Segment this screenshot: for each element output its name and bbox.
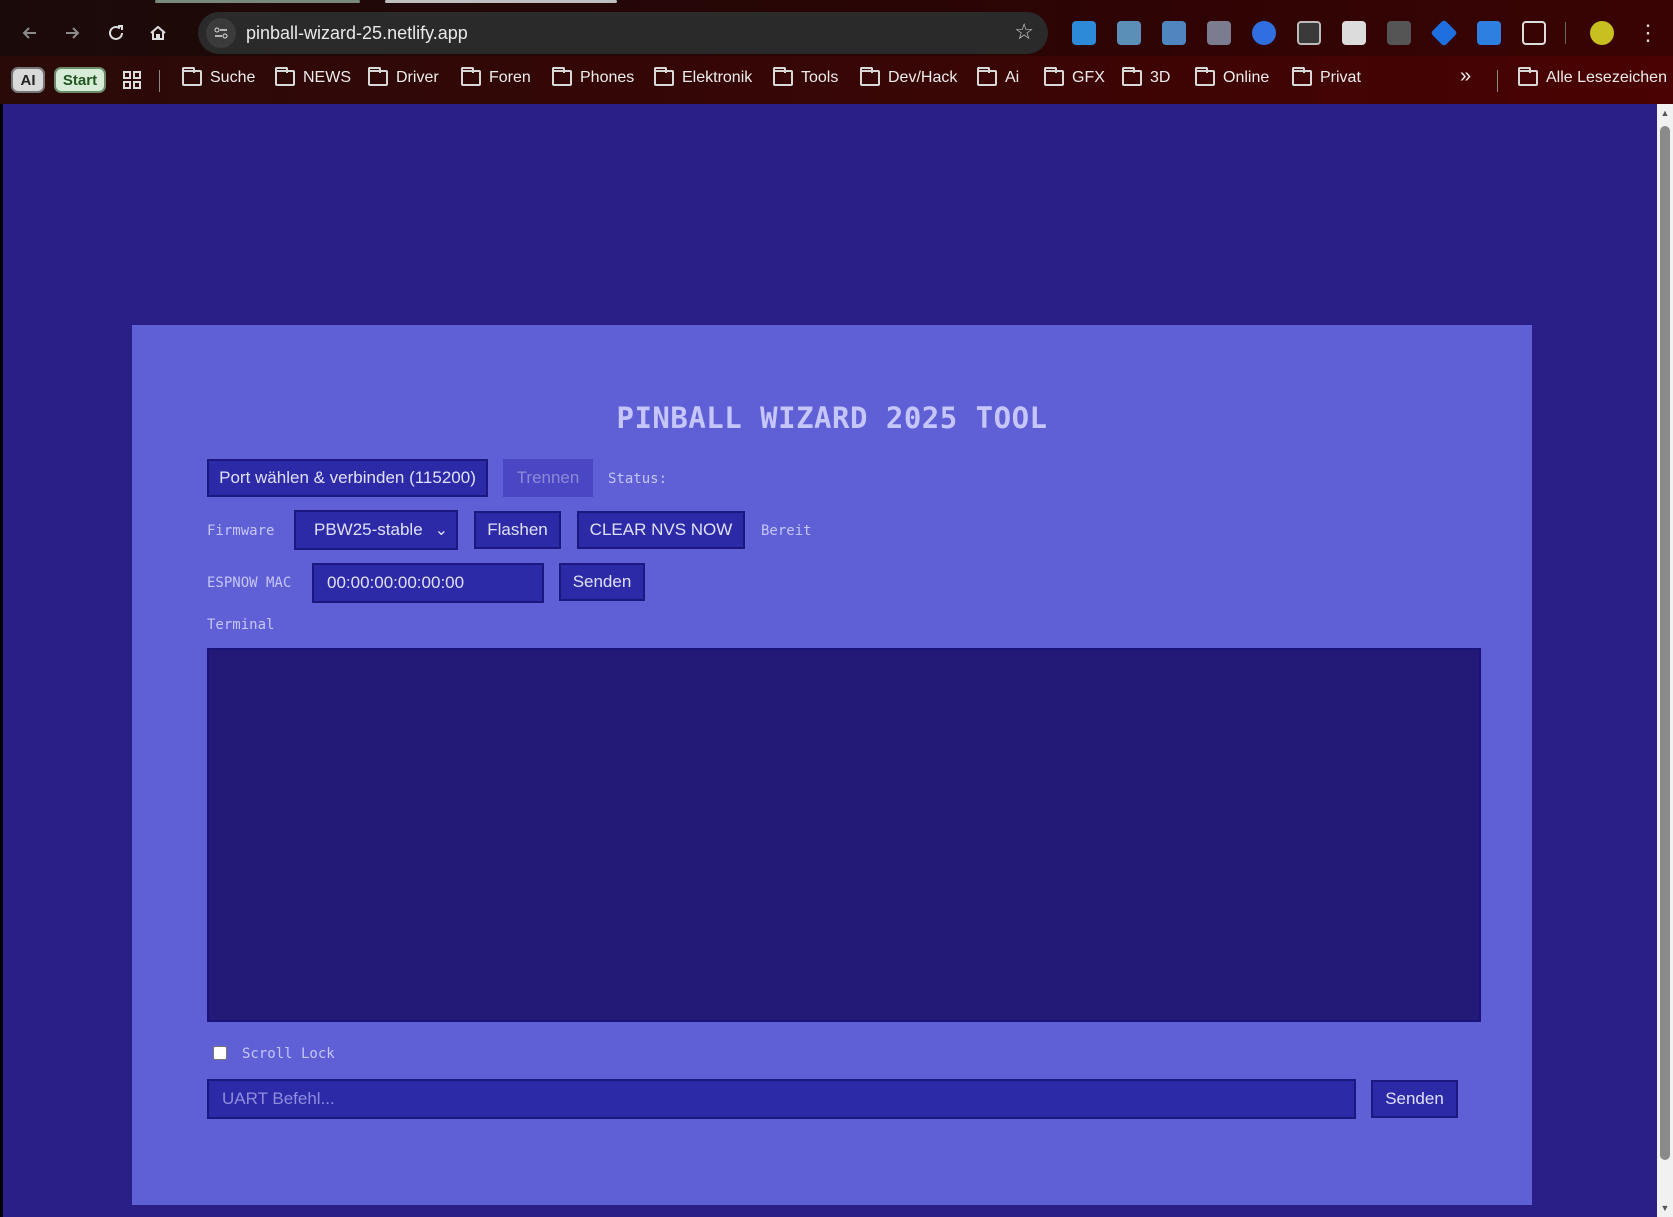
apps-grid-icon[interactable] xyxy=(118,66,146,94)
scroll-lock-label: Scroll Lock xyxy=(242,1046,335,1062)
espnow-mac-input[interactable]: 00:00:00:00:00:00 xyxy=(312,563,544,603)
screenshot-extension-icon[interactable] xyxy=(1117,21,1141,45)
bookmark-folder-elektronik[interactable]: Elektronik xyxy=(654,67,752,87)
folder-icon xyxy=(1518,67,1538,86)
bookmarks-bar: AI Start Suche NEWS Driver Foren Phones … xyxy=(0,56,1673,104)
folder-icon xyxy=(552,67,572,86)
camera-extension-icon[interactable] xyxy=(1162,21,1186,45)
gem-extension-icon[interactable] xyxy=(1252,21,1276,45)
bookmark-folder-suche[interactable]: Suche xyxy=(182,67,255,87)
clear-nvs-button[interactable]: CLEAR NVS NOW xyxy=(577,511,745,549)
folder-icon xyxy=(182,67,202,86)
bookmark-separator xyxy=(1497,70,1498,92)
page-title: PINBALL WIZARD 2025 TOOL xyxy=(616,401,1048,435)
bookmark-start-pill[interactable]: Start xyxy=(54,67,106,93)
bookmark-folder-gfx[interactable]: GFX xyxy=(1044,67,1105,87)
folder-icon xyxy=(461,67,481,86)
bookmark-ai-pill[interactable]: AI xyxy=(11,67,45,93)
printer-extension-icon[interactable] xyxy=(1207,21,1231,45)
folder-icon xyxy=(773,67,793,86)
bookmark-folder-ai[interactable]: Ai xyxy=(977,67,1019,87)
bookmark-folder-foren[interactable]: Foren xyxy=(461,67,531,87)
menu-kebab-icon[interactable]: ⋮ xyxy=(1634,19,1662,47)
tab-indicator xyxy=(155,0,360,3)
download-extension-icon[interactable] xyxy=(1072,21,1096,45)
scroll-up-icon[interactable]: ▲ xyxy=(1660,108,1670,118)
terminal-output[interactable] xyxy=(207,648,1481,1022)
active-tab-indicator xyxy=(385,0,617,3)
connect-port-button[interactable]: Port wählen & verbinden (115200) xyxy=(207,459,488,497)
uart-command-input[interactable]: UART Befehl... xyxy=(207,1079,1356,1119)
url-text: pinball-wizard-25.netlify.app xyxy=(246,23,468,43)
folder-icon xyxy=(1195,67,1215,86)
firmware-status: Bereit xyxy=(761,523,812,539)
bookmark-folder-news[interactable]: NEWS xyxy=(275,67,351,87)
toolbar-separator xyxy=(1565,22,1566,44)
diamond-extension-icon[interactable] xyxy=(1430,19,1458,47)
tool-card: PINBALL WIZARD 2025 TOOL Port wählen & v… xyxy=(132,325,1532,1205)
folder-icon xyxy=(1292,67,1312,86)
site-info-icon[interactable] xyxy=(206,18,236,48)
chevron-down-icon: ⌄ xyxy=(434,522,448,539)
scroll-lock-checkbox[interactable] xyxy=(213,1046,227,1060)
terminal-label: Terminal xyxy=(207,617,275,633)
folder-icon xyxy=(368,67,388,86)
uart-send-button[interactable]: Senden xyxy=(1371,1080,1458,1118)
arrow-down-extension-icon[interactable] xyxy=(1477,21,1501,45)
scroll-down-icon[interactable]: ▼ xyxy=(1660,1203,1670,1213)
folder-icon xyxy=(654,67,674,86)
bookmark-folder-3d[interactable]: 3D xyxy=(1122,67,1170,87)
firmware-label: Firmware xyxy=(207,523,275,539)
firmware-selected-value: PBW25-stable xyxy=(314,520,423,539)
flash-button[interactable]: Flashen xyxy=(474,511,561,549)
folder-icon xyxy=(275,67,295,86)
disconnect-button[interactable]: Trennen xyxy=(503,459,593,497)
extensions-puzzle-icon[interactable] xyxy=(1522,21,1546,45)
back-icon[interactable] xyxy=(16,19,44,47)
profile-avatar[interactable] xyxy=(1590,21,1614,45)
bookmark-separator xyxy=(159,70,160,92)
espnow-label: ESPNOW MAC xyxy=(207,575,292,591)
glasses-extension-icon[interactable] xyxy=(1297,21,1321,45)
all-bookmarks-folder[interactable]: Alle Lesezeichen xyxy=(1518,67,1667,87)
folder-icon xyxy=(860,67,880,86)
address-bar[interactable]: pinball-wizard-25.netlify.app ☆ xyxy=(198,12,1048,54)
firmware-select[interactable]: PBW25-stable ⌄ xyxy=(294,510,458,550)
status-label: Status: xyxy=(608,471,668,487)
home-icon[interactable] xyxy=(144,19,172,47)
bookmarks-overflow-icon[interactable]: » xyxy=(1460,65,1471,88)
shield-extension-icon[interactable] xyxy=(1342,21,1366,45)
forward-icon[interactable] xyxy=(58,19,86,47)
folder-icon xyxy=(1122,67,1142,86)
bookmark-folder-driver[interactable]: Driver xyxy=(368,67,439,87)
scrollbar-thumb[interactable] xyxy=(1660,126,1670,1160)
bookmark-star-icon[interactable]: ☆ xyxy=(1014,21,1034,43)
window-extension-icon[interactable] xyxy=(1387,21,1411,45)
reload-icon[interactable] xyxy=(102,19,130,47)
bookmark-folder-online[interactable]: Online xyxy=(1195,67,1269,87)
browser-toolbar: pinball-wizard-25.netlify.app ☆ ⋮ xyxy=(0,0,1673,56)
folder-icon xyxy=(977,67,997,86)
bookmark-folder-privat[interactable]: Privat xyxy=(1292,67,1361,87)
espnow-send-button[interactable]: Senden xyxy=(559,563,645,601)
bookmark-folder-devhack[interactable]: Dev/Hack xyxy=(860,67,957,87)
bookmark-folder-phones[interactable]: Phones xyxy=(552,67,634,87)
bookmark-folder-tools[interactable]: Tools xyxy=(773,67,838,87)
folder-icon xyxy=(1044,67,1064,86)
page-viewport: PINBALL WIZARD 2025 TOOL Port wählen & v… xyxy=(3,104,1657,1217)
